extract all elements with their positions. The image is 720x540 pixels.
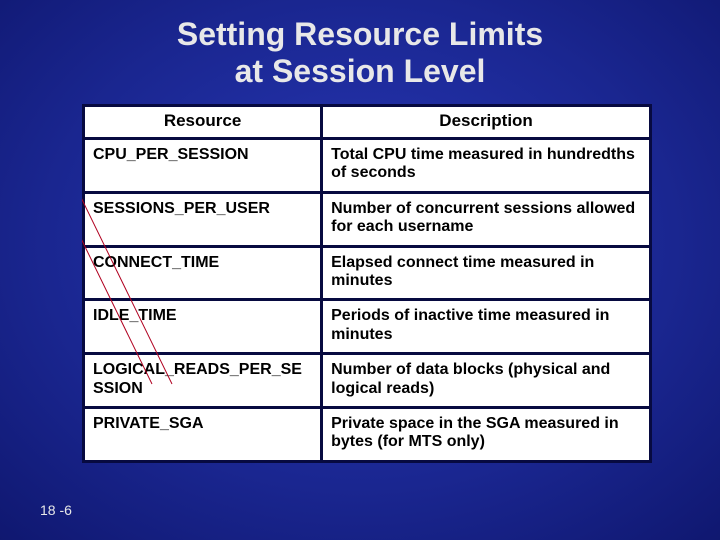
table-row: CPU_PER_SESSION Total CPU time measured … (84, 139, 651, 193)
table-header-row: Resource Description (84, 106, 651, 139)
table-row: LOGICAL_READS_PER_SESSION Number of data… (84, 354, 651, 408)
cell-resource: LOGICAL_READS_PER_SESSION (84, 354, 322, 408)
cell-description: Number of data blocks (physical and logi… (322, 354, 651, 408)
header-resource: Resource (84, 106, 322, 139)
table-row: CONNECT_TIME Elapsed connect time measur… (84, 246, 651, 300)
title-line-2: at Session Level (235, 53, 486, 89)
cell-resource: CONNECT_TIME (84, 246, 322, 300)
cell-resource: SESSIONS_PER_USER (84, 192, 322, 246)
cell-resource: CPU_PER_SESSION (84, 139, 322, 193)
resource-table-container: Resource Description CPU_PER_SESSION Tot… (82, 104, 652, 463)
cell-description: Elapsed connect time measured in minutes (322, 246, 651, 300)
header-description: Description (322, 106, 651, 139)
cell-description: Periods of inactive time measured in min… (322, 300, 651, 354)
table-row: SESSIONS_PER_USER Number of concurrent s… (84, 192, 651, 246)
cell-description: Total CPU time measured in hundredths of… (322, 139, 651, 193)
table-row: PRIVATE_SGA Private space in the SGA mea… (84, 407, 651, 461)
cell-resource: IDLE_TIME (84, 300, 322, 354)
title-line-1: Setting Resource Limits (177, 16, 543, 52)
page-number: 18 -6 (40, 502, 72, 518)
table-row: IDLE_TIME Periods of inactive time measu… (84, 300, 651, 354)
slide-title: Setting Resource Limits at Session Level (0, 0, 720, 90)
cell-resource: PRIVATE_SGA (84, 407, 322, 461)
cell-description: Number of concurrent sessions allowed fo… (322, 192, 651, 246)
cell-description: Private space in the SGA measured in byt… (322, 407, 651, 461)
resource-table: Resource Description CPU_PER_SESSION Tot… (82, 104, 652, 463)
